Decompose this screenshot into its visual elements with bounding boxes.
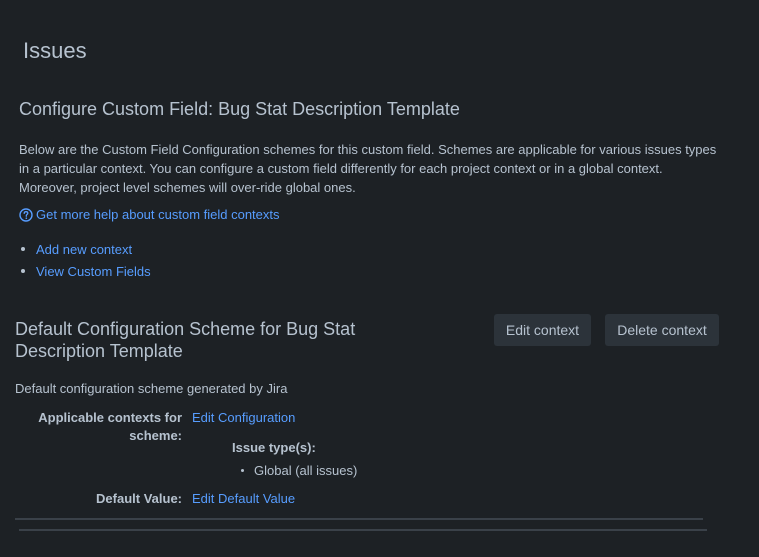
edit-configuration-link[interactable]: Edit Configuration [192, 410, 295, 425]
context-actions-list: Add new context View Custom Fields [19, 238, 151, 282]
edit-default-value-link[interactable]: Edit Default Value [192, 491, 295, 506]
applicable-contexts-label: Applicable contexts for scheme: [38, 410, 182, 443]
edit-context-button[interactable]: Edit context [494, 314, 591, 346]
issue-types-label: Issue type(s): [232, 440, 316, 455]
issue-type-value: Global (all issues) [254, 463, 358, 478]
help-custom-field-contexts-link[interactable]: Get more help about custom field context… [19, 207, 280, 222]
configure-custom-field-heading: Configure Custom Field: Bug Stat Descrip… [19, 99, 460, 119]
divider [19, 529, 707, 531]
divider [15, 518, 703, 520]
page-description: Below are the Custom Field Configuration… [19, 142, 717, 195]
scheme-description: Default configuration scheme generated b… [15, 381, 288, 396]
delete-context-button[interactable]: Delete context [605, 314, 719, 346]
question-circle-icon [19, 207, 33, 222]
bullet-icon [241, 469, 244, 472]
view-custom-fields-link[interactable]: View Custom Fields [36, 264, 151, 279]
custom-field-context-page: Issues Configure Custom Field: Bug Stat … [0, 0, 759, 557]
bullet-icon [21, 247, 25, 251]
issue-type-item: Global (all issues) [241, 463, 357, 478]
scheme-title: Default Configuration Scheme for Bug Sta… [15, 319, 356, 361]
add-new-context-link[interactable]: Add new context [36, 242, 132, 257]
list-item: Add new context [19, 238, 151, 260]
default-value-label: Default Value: [96, 491, 182, 506]
help-link-label: Get more help about custom field context… [36, 207, 280, 222]
list-item: View Custom Fields [19, 260, 151, 282]
bullet-icon [21, 269, 25, 273]
page-title: Issues [23, 38, 87, 63]
